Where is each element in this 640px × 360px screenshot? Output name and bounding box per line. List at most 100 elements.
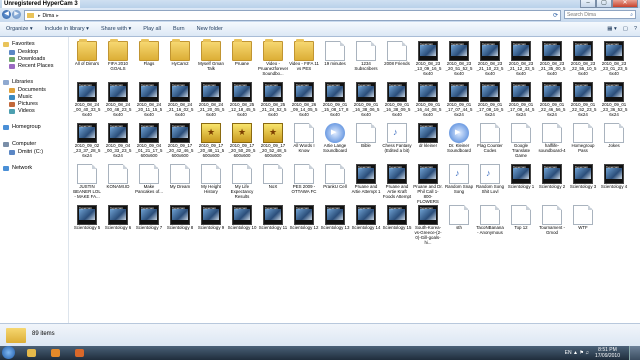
file-item[interactable]: Bible (351, 121, 381, 163)
file-item[interactable]: Scientology 8 (165, 203, 195, 245)
file-item[interactable]: 2010_08_23 _23_01_23_5 6x40 (599, 39, 629, 81)
file-item[interactable]: Homegroup Pass (568, 121, 598, 163)
file-item[interactable]: Scientology 1 (506, 162, 536, 204)
file-item[interactable]: Random Song Shit Lovl (475, 162, 505, 204)
file-item[interactable]: Pruane and Artie Attempt 1 (351, 162, 381, 204)
close-button[interactable]: ✕ (612, 0, 638, 8)
clock[interactable]: 8:51 PM 17/09/2010 (595, 347, 620, 359)
file-item[interactable]: Make Pancakes of... (134, 162, 164, 204)
file-item[interactable]: 2010_09_04 _01_21_17_5 600x600 (134, 121, 164, 163)
file-item[interactable]: Scientology 4 (599, 162, 629, 204)
nav-group-computer[interactable]: Computer (3, 141, 36, 147)
nav-group-libraries[interactable]: Libraries (3, 79, 33, 85)
nav-item-downloads[interactable]: Downloads (9, 56, 45, 62)
file-item[interactable]: Flags (134, 39, 164, 81)
file-item[interactable]: 2010_08_24 _21_20_05_5 6x40 (196, 80, 226, 122)
back-arrow-icon[interactable]: ◀ (2, 10, 11, 19)
start-button[interactable] (2, 346, 15, 359)
file-item[interactable]: PES 2009 - OTTAWA FC (289, 162, 319, 204)
breadcrumb-dima[interactable]: Dima (43, 13, 55, 19)
file-item[interactable]: Dr. Kleiner Soundboard (444, 121, 474, 163)
file-item[interactable]: Google Translate Game (506, 121, 536, 163)
file-item[interactable]: 2010_09_02 _23_37_28_5 6x24 (72, 121, 102, 163)
nav-item-pictures[interactable]: Pictures (9, 101, 38, 107)
organize-button[interactable]: Organize ▾ (0, 26, 39, 32)
file-item[interactable]: Scientology 3 (568, 162, 598, 204)
file-item[interactable]: 2010_09_01 _15_08_17_8 6x40 (320, 80, 350, 122)
nav-group-network[interactable]: Network (3, 165, 32, 171)
search-input[interactable]: Search Dima ⌕ (564, 10, 636, 19)
file-item[interactable]: Top 12 (506, 203, 536, 245)
file-item[interactable]: halflife-soundboard-4 (537, 121, 567, 163)
file-item[interactable]: Video - Pruane2forever Soundbo... (258, 39, 288, 81)
file-item[interactable]: 1234 Subscribers (351, 39, 381, 81)
forward-arrow-icon[interactable]: ▶ (12, 10, 21, 19)
file-item[interactable]: Scientology 15 (382, 203, 412, 245)
file-item[interactable]: Tournament - Gmod (537, 203, 567, 245)
file-item[interactable]: Random Snap Song (444, 162, 474, 204)
file-item[interactable]: HyCam2 (165, 39, 195, 81)
file-item[interactable]: 2010_08_23 _20_51_52_5 6x40 (444, 39, 474, 81)
nav-item-videos[interactable]: Videos (9, 108, 35, 114)
file-item[interactable]: Scientology 14 (351, 203, 381, 245)
file-item[interactable]: 2010_09_01 _17_08_44_5 6x24 (506, 80, 536, 122)
file-item[interactable]: Scientology 2 (537, 162, 567, 204)
file-item[interactable]: 2010_08_26 _09_14_05_5 6x40 (289, 80, 319, 122)
file-item[interactable]: 2010_09_01 _22_52_23_5 6x24 (568, 80, 598, 122)
nav-item-recent-places[interactable]: Recent Places (9, 63, 53, 69)
file-item[interactable]: 2010_09_04 _00_33_23_5 6x24 (103, 121, 133, 163)
file-item[interactable]: dr kleiner (413, 121, 443, 163)
file-item[interactable]: Scientology 11 (258, 203, 288, 245)
file-item[interactable]: My Height History (196, 162, 226, 204)
file-item[interactable]: 2010_09_17 _20_50_29_5 600x600 (227, 121, 257, 163)
file-item[interactable]: South-Korea-vs-Greece-(2-0)-Gill-goals-h… (413, 203, 443, 245)
file-item[interactable]: 2010_08_24 _21_16_02_5 6x40 (165, 80, 195, 122)
file-item[interactable]: 2010_08_23 _21_12_33_5 6x40 (506, 39, 536, 81)
file-item[interactable]: 2010_09_01 _17_08_19_5 6x24 (475, 80, 505, 122)
file-item[interactable]: sth (444, 203, 474, 245)
file-item[interactable]: 2010_08_25 _12_18_45_5 6x40 (227, 80, 257, 122)
file-item[interactable]: 2010_09_01 _16_44_08_5 6x40 (413, 80, 443, 122)
file-item[interactable]: Video - FIFA 11 vs PES (289, 39, 319, 81)
file-item[interactable]: My Dream (165, 162, 195, 204)
file-item[interactable]: WTF (568, 203, 598, 245)
file-item[interactable]: 2010_08_23 _21_35_00_5 6x40 (537, 39, 567, 81)
taskbar-app-firefox[interactable] (70, 347, 90, 359)
file-item[interactable]: Scientology 9 (196, 203, 226, 245)
file-item[interactable]: Scientology 10 (227, 203, 257, 245)
file-item[interactable]: FIFA 2010 GOALS (103, 39, 133, 81)
file-item[interactable]: 2010_08_23 _13_09_16_5 6x40 (413, 39, 443, 81)
file-item[interactable]: 2010_08_25 _21_24_52_5 6x40 (258, 80, 288, 122)
show-desktop-button[interactable] (629, 346, 640, 360)
file-item[interactable]: 2010_08_24 _00_48_23_5 6x40 (103, 80, 133, 122)
file-item[interactable]: 2010_09_01 _22_46_56_5 6x24 (537, 80, 567, 122)
file-item[interactable]: 19 minutes (320, 39, 350, 81)
file-item[interactable]: 2010_08_23 _22_55_10_5 6x40 (568, 39, 598, 81)
title-bar[interactable]: Unregistered HyperCam 3 – ▢ ✕ (0, 0, 640, 8)
preview-pane-button[interactable]: ▢ (620, 26, 631, 32)
new-folder-button[interactable]: New folder (191, 26, 229, 32)
refresh-icon[interactable]: ⟳ (553, 12, 558, 19)
file-item[interactable]: 2010_09_01 _16_38_09_5 6x40 (382, 80, 412, 122)
file-item[interactable]: NoX (258, 162, 288, 204)
file-item[interactable]: KONAMI.ID (103, 162, 133, 204)
play-all-button[interactable]: Play all (137, 26, 167, 32)
file-item[interactable]: Scientology 12 (289, 203, 319, 245)
file-item[interactable]: TacoNBanana - Anonymous (475, 203, 505, 245)
share-with-button[interactable]: Share with ▾ (95, 26, 137, 32)
minimize-button[interactable]: – (580, 0, 596, 8)
file-item[interactable]: Artie Lange Soundboard (320, 121, 350, 163)
change-view-button[interactable]: ▦ ▾ (604, 26, 620, 32)
file-item[interactable]: Pruane and Dr. Phil Call 1-800-FLOWERS (413, 162, 443, 204)
nav-group-homegroup[interactable]: Homegroup (3, 124, 41, 130)
nav-item-dmitri-c-[interactable]: Dmitri (C:) (9, 149, 43, 155)
file-item[interactable]: Chess Fantasy (Edited a bit) (382, 121, 412, 163)
file-item[interactable]: Flag Counter Codes (475, 121, 505, 163)
nav-item-music[interactable]: Music (9, 94, 32, 100)
address-field[interactable]: ▸ Dima ▸ ⟳ (24, 10, 561, 21)
file-item[interactable]: 2010_08_24 _00_40_33_5 6x40 (72, 80, 102, 122)
file-item[interactable]: All of Dima's (72, 39, 102, 81)
file-item[interactable]: Scientology 7 (134, 203, 164, 245)
file-item[interactable]: 2010_08_23 _21_10_23_5 6x40 (475, 39, 505, 81)
taskbar-app-explorer[interactable] (22, 347, 42, 359)
